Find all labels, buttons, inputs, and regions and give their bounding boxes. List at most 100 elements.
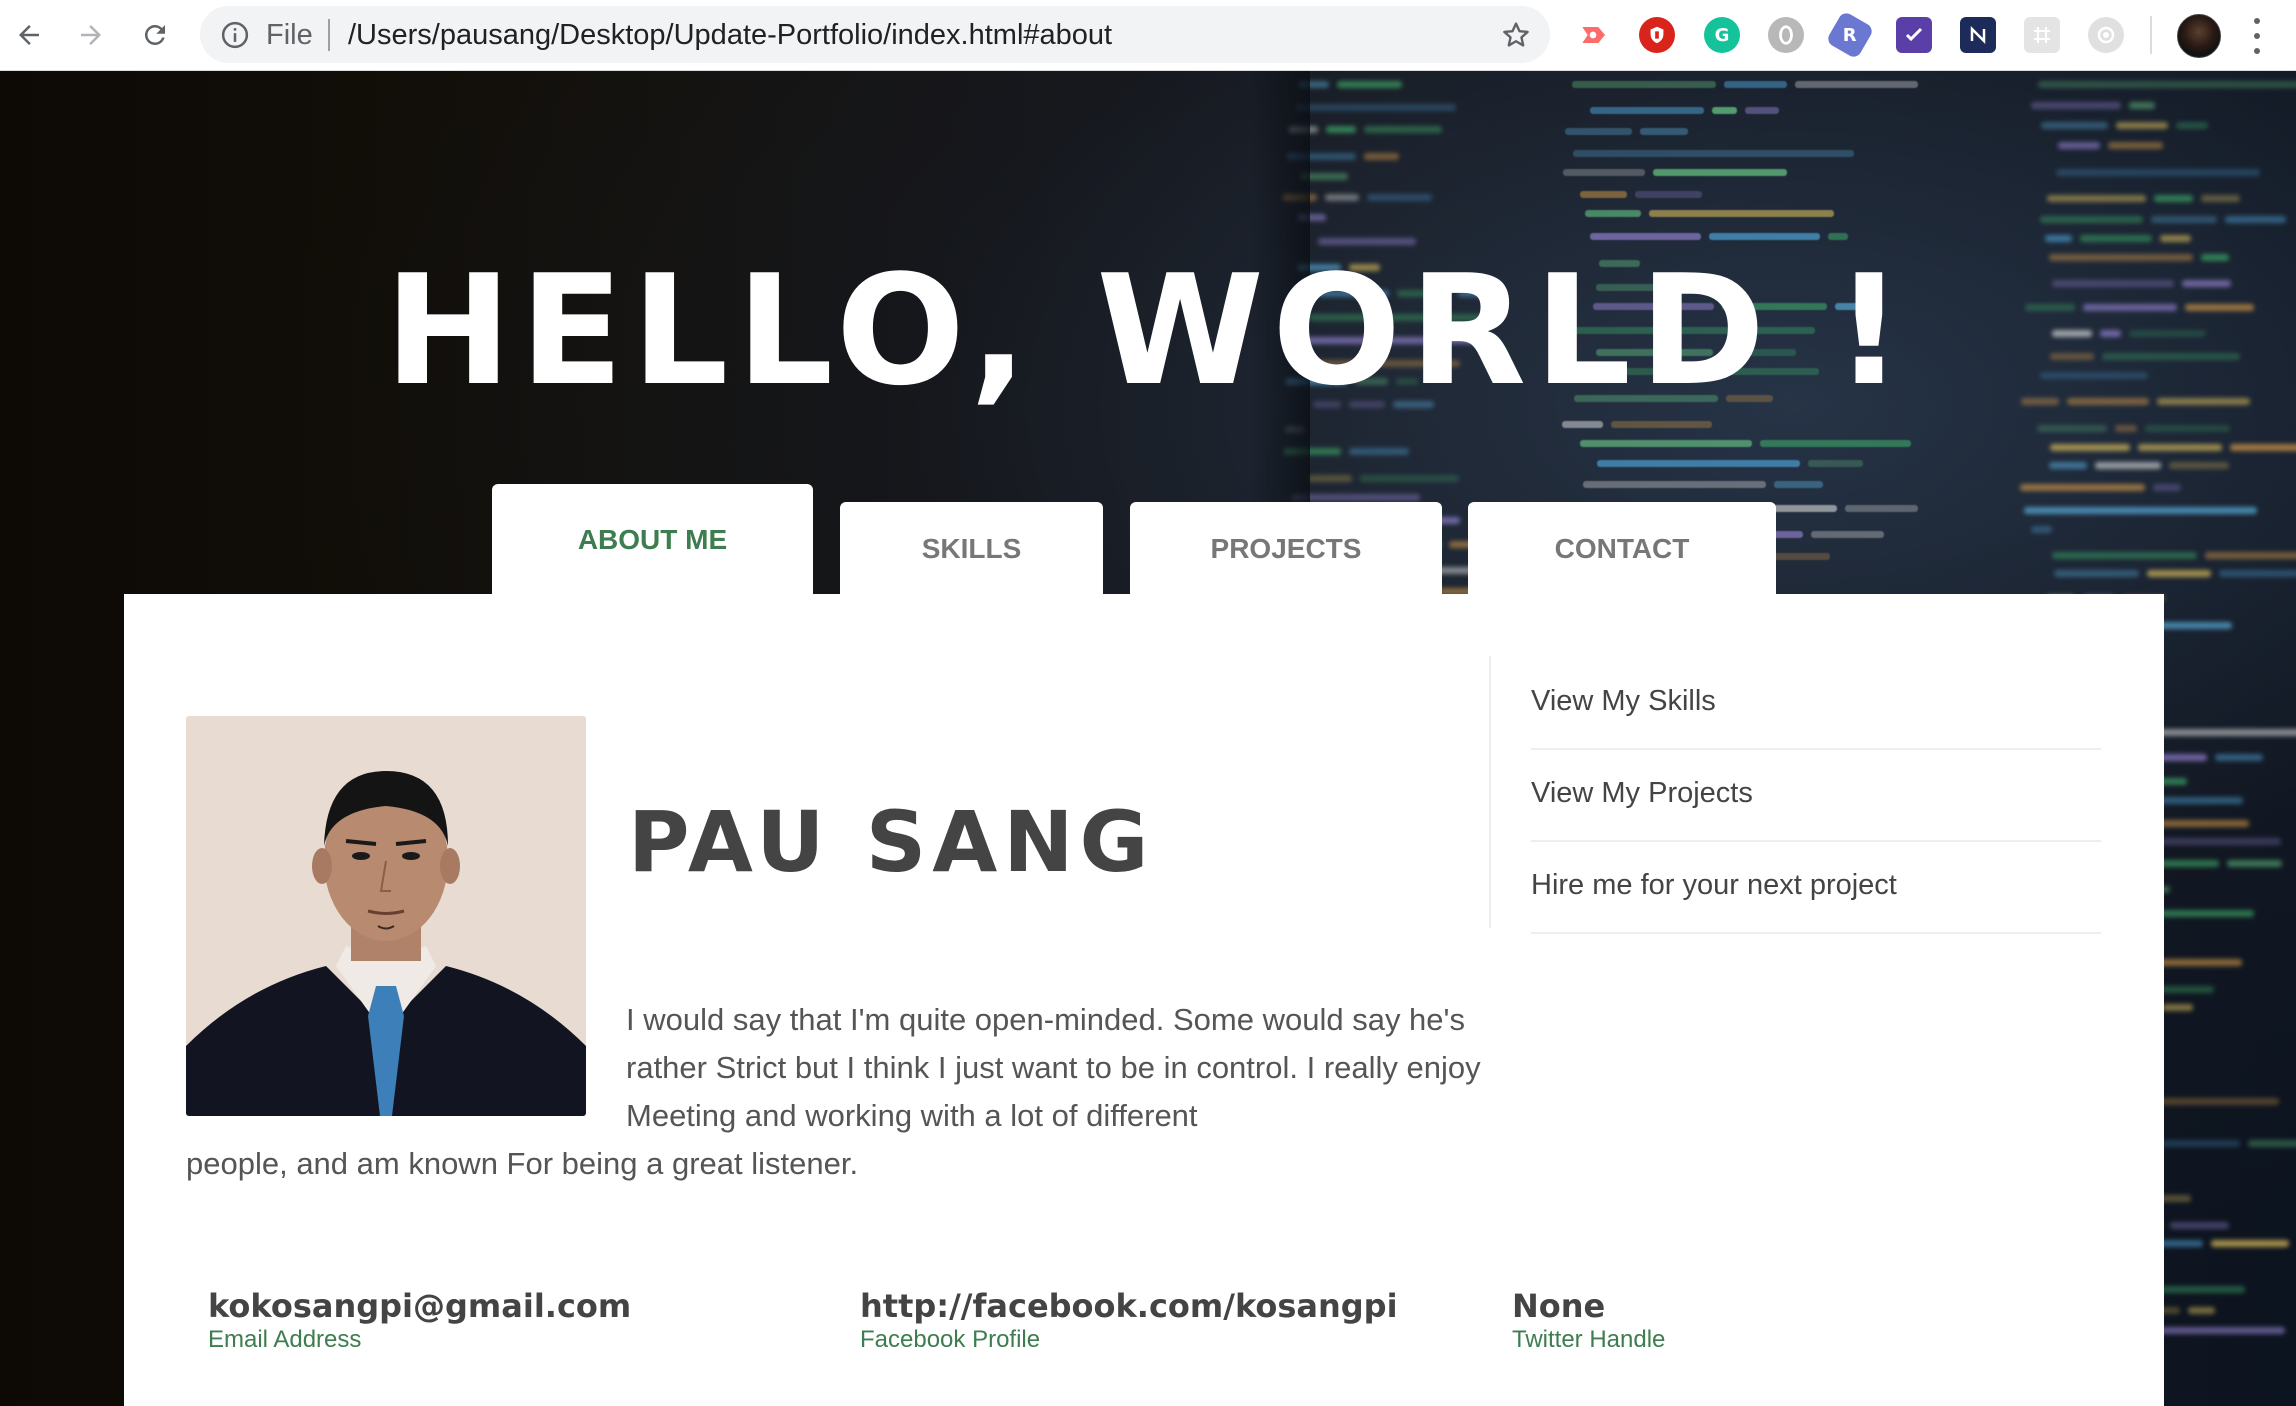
contact-email: kokosangpi@gmail.com Email Address bbox=[208, 1286, 631, 1354]
code-line-decoration bbox=[2041, 122, 2108, 129]
forward-button[interactable] bbox=[68, 12, 114, 58]
code-line-decoration bbox=[1795, 81, 1918, 88]
code-line-decoration bbox=[2116, 122, 2168, 129]
code-line-decoration bbox=[1760, 440, 1911, 447]
code-line-decoration bbox=[2108, 142, 2163, 149]
opera-extension-icon[interactable] bbox=[1768, 17, 1804, 53]
code-line-decoration bbox=[2054, 570, 2139, 577]
code-line-decoration bbox=[1364, 153, 1399, 160]
address-bar[interactable]: File /Users/pausang/Desktop/Update-Portf… bbox=[200, 6, 1550, 63]
browser-menu-icon[interactable] bbox=[2245, 18, 2269, 54]
react-extension-icon[interactable]: R bbox=[1825, 10, 1875, 60]
code-line-decoration bbox=[1724, 81, 1787, 88]
code-line-decoration bbox=[2037, 425, 2107, 432]
record-extension-icon[interactable] bbox=[2088, 17, 2124, 53]
code-line-decoration bbox=[2115, 425, 2137, 432]
about-card: PAU SANG I would say that I'm quite open… bbox=[124, 594, 2164, 1406]
forward-arrow-icon bbox=[81, 25, 101, 45]
profile-photo bbox=[186, 716, 586, 1116]
bookmark-star-icon[interactable] bbox=[1500, 19, 1532, 51]
code-line-decoration bbox=[1580, 440, 1752, 447]
code-line-decoration bbox=[1562, 421, 1603, 428]
bio-text-continued: people, and am known For being a great l… bbox=[186, 1146, 859, 1181]
code-line-decoration bbox=[1308, 475, 1352, 482]
tab-label: About Me bbox=[577, 523, 728, 555]
tab-label: Projects bbox=[1210, 532, 1362, 564]
code-line-decoration bbox=[2031, 102, 2121, 109]
code-line-decoration bbox=[1774, 481, 1823, 488]
hire-me-link[interactable]: Hire me for your next project bbox=[1531, 840, 2101, 934]
hero-title: HELLO, WORLD ! bbox=[384, 242, 1912, 419]
sidebar-divider bbox=[1489, 656, 1491, 928]
twitter-value: None bbox=[1512, 1287, 1606, 1325]
code-line-decoration bbox=[1590, 233, 1701, 240]
browser-toolbar: File /Users/pausang/Desktop/Update-Portf… bbox=[0, 0, 2296, 71]
checklist-extension-icon[interactable] bbox=[1896, 17, 1932, 53]
code-line-decoration bbox=[2040, 216, 2143, 223]
code-line-decoration bbox=[2050, 444, 2130, 451]
code-line-decoration bbox=[1649, 210, 1834, 217]
code-line-decoration bbox=[2038, 81, 2296, 88]
code-line-decoration bbox=[1360, 475, 1459, 482]
code-line-decoration bbox=[1712, 107, 1737, 114]
code-line-decoration bbox=[2211, 1240, 2289, 1247]
code-line-decoration bbox=[1611, 421, 1712, 428]
profile-name: PAU SANG bbox=[628, 793, 1155, 891]
email-label: Email Address bbox=[208, 1326, 362, 1353]
reload-button[interactable] bbox=[132, 12, 178, 58]
code-line-decoration bbox=[2248, 1140, 2296, 1147]
code-line-decoration bbox=[2031, 526, 2052, 533]
code-line-decoration bbox=[1573, 150, 1854, 157]
view-skills-link[interactable]: View My Skills bbox=[1531, 656, 2101, 750]
address-separator bbox=[328, 19, 330, 51]
bio-text: I would say that I'm quite open-minded. … bbox=[626, 1002, 1481, 1133]
code-line-decoration bbox=[2153, 484, 2181, 491]
code-line-decoration bbox=[2145, 425, 2230, 432]
code-line-decoration bbox=[1580, 191, 1627, 198]
code-line-decoration bbox=[1597, 460, 1800, 467]
code-line-decoration bbox=[2056, 169, 2260, 176]
grammarly-glyph: G bbox=[1714, 24, 1730, 46]
grammarly-extension-icon[interactable]: G bbox=[1704, 17, 1740, 53]
reload-icon bbox=[144, 24, 165, 45]
code-line-decoration bbox=[2147, 570, 2211, 577]
code-line-decoration bbox=[1845, 505, 1918, 512]
code-line-decoration bbox=[2145, 1098, 2279, 1105]
code-line-decoration bbox=[1572, 81, 1716, 88]
scheme-label: File bbox=[266, 19, 313, 51]
code-line-decoration bbox=[2129, 102, 2155, 109]
tab-about-me[interactable]: About Me bbox=[492, 484, 813, 595]
code-line-decoration bbox=[1326, 126, 1356, 133]
grid-extension-icon[interactable] bbox=[2024, 17, 2060, 53]
code-line-decoration bbox=[1585, 210, 1641, 217]
code-line-decoration bbox=[1296, 104, 1456, 111]
tab-projects[interactable]: Projects bbox=[1130, 502, 1442, 595]
code-line-decoration bbox=[2230, 444, 2296, 451]
tab-skills[interactable]: Skills bbox=[840, 502, 1103, 595]
back-button[interactable] bbox=[6, 12, 52, 58]
cast-extension-icon[interactable] bbox=[1575, 17, 1611, 53]
email-value[interactable]: kokosangpi@gmail.com bbox=[208, 1286, 631, 1326]
ublock-extension-icon[interactable] bbox=[1639, 17, 1675, 53]
url-text[interactable]: /Users/pausang/Desktop/Update-Portfolio/… bbox=[348, 18, 1112, 52]
code-line-decoration bbox=[2052, 552, 2197, 559]
view-projects-link[interactable]: View My Projects bbox=[1531, 748, 2101, 842]
code-line-decoration bbox=[1325, 194, 1359, 201]
code-line-decoration bbox=[2227, 860, 2282, 867]
code-line-decoration bbox=[2020, 484, 2145, 491]
code-line-decoration bbox=[1367, 194, 1432, 201]
notion-extension-icon[interactable] bbox=[1960, 17, 1996, 53]
tab-label: Skills bbox=[921, 532, 1022, 564]
code-line-decoration bbox=[1565, 128, 1632, 135]
facebook-value[interactable]: http://facebook.com/kosangpi bbox=[860, 1286, 1398, 1326]
code-line-decoration bbox=[2205, 552, 2296, 559]
code-line-decoration bbox=[2170, 1222, 2229, 1229]
code-line-decoration bbox=[2138, 444, 2222, 451]
code-line-decoration bbox=[2095, 462, 2161, 469]
info-icon[interactable] bbox=[220, 20, 250, 50]
tab-contact[interactable]: Contact bbox=[1468, 502, 1776, 595]
code-line-decoration bbox=[2201, 195, 2240, 202]
code-line-decoration bbox=[1563, 169, 1645, 176]
code-line-decoration bbox=[1337, 81, 1402, 88]
profile-avatar[interactable] bbox=[2177, 14, 2221, 58]
